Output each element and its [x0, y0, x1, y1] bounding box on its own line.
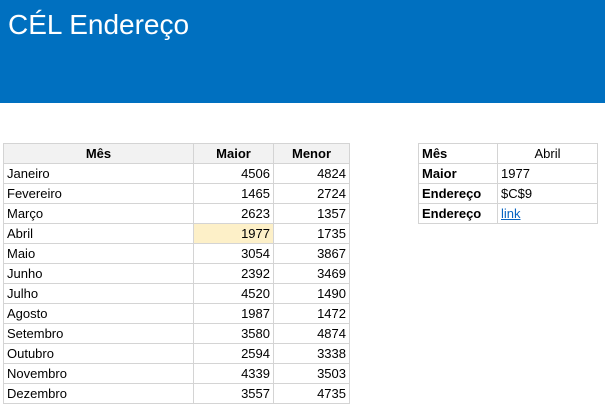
table-row: Outubro 2594 3338	[3, 343, 350, 364]
cell-maior[interactable]: 2594	[193, 343, 274, 364]
table-row: Março 2623 1357	[3, 203, 350, 224]
cell-mes[interactable]: Outubro	[3, 343, 194, 364]
table-row: Fevereiro 1465 2724	[3, 183, 350, 204]
cell-menor[interactable]: 3503	[273, 363, 350, 384]
table-row: Agosto 1987 1472	[3, 303, 350, 324]
table-row: Julho 4520 1490	[3, 283, 350, 304]
lookup-label-endereco[interactable]: Endereço	[418, 183, 498, 204]
cell-mes[interactable]: Junho	[3, 263, 194, 284]
cell-menor[interactable]: 1490	[273, 283, 350, 304]
cell-menor[interactable]: 3338	[273, 343, 350, 364]
lookup-value-endereco[interactable]: $C$9	[497, 183, 598, 204]
cell-menor[interactable]: 4735	[273, 383, 350, 404]
cell-mes[interactable]: Setembro	[3, 323, 194, 344]
column-header-mes[interactable]: Mês	[3, 143, 194, 164]
column-header-menor[interactable]: Menor	[273, 143, 350, 164]
table-row: Abril 1977 1735	[3, 223, 350, 244]
lookup-row-endereco-link: Endereço link	[418, 203, 598, 224]
table-row: Setembro 3580 4874	[3, 323, 350, 344]
lookup-label-mes[interactable]: Mês	[418, 143, 498, 164]
cell-menor[interactable]: 3469	[273, 263, 350, 284]
cell-mes[interactable]: Fevereiro	[3, 183, 194, 204]
cell-mes[interactable]: Março	[3, 203, 194, 224]
table-row: Dezembro 3557 4735	[3, 383, 350, 404]
lookup-row-endereco: Endereço $C$9	[418, 183, 598, 204]
cell-menor[interactable]: 1472	[273, 303, 350, 324]
cell-menor[interactable]: 2724	[273, 183, 350, 204]
cell-maior[interactable]: 4506	[193, 163, 274, 184]
cell-maior[interactable]: 2623	[193, 203, 274, 224]
lookup-row-mes: Mês Abril	[418, 143, 598, 164]
cell-maior[interactable]: 4520	[193, 283, 274, 304]
month-table: Mês Maior Menor Janeiro 4506 4824 Fevereiro…	[3, 143, 350, 404]
cell-maior[interactable]: 3557	[193, 383, 274, 404]
cell-mes[interactable]: Agosto	[3, 303, 194, 324]
cell-menor[interactable]: 3867	[273, 243, 350, 264]
cell-maior[interactable]: 1987	[193, 303, 274, 324]
cell-menor[interactable]: 1357	[273, 203, 350, 224]
lookup-label-maior[interactable]: Maior	[418, 163, 498, 184]
lookup-value-maior[interactable]: 1977	[497, 163, 598, 184]
table-row: Maio 3054 3867	[3, 243, 350, 264]
cell-menor[interactable]: 4874	[273, 323, 350, 344]
cell-mes[interactable]: Maio	[3, 243, 194, 264]
title-banner: CÉL Endereço	[0, 0, 605, 103]
cell-maior[interactable]: 4339	[193, 363, 274, 384]
cell-mes[interactable]: Janeiro	[3, 163, 194, 184]
cell-mes[interactable]: Novembro	[3, 363, 194, 384]
table-header-row: Mês Maior Menor	[3, 143, 350, 164]
cell-maior[interactable]: 3054	[193, 243, 274, 264]
column-header-maior[interactable]: Maior	[193, 143, 274, 164]
cell-maior[interactable]: 1977	[193, 223, 274, 244]
page-title: CÉL Endereço	[8, 9, 190, 40]
lookup-value-mes[interactable]: Abril	[497, 143, 598, 164]
cell-mes[interactable]: Abril	[3, 223, 194, 244]
table-row: Janeiro 4506 4824	[3, 163, 350, 184]
cell-maior[interactable]: 2392	[193, 263, 274, 284]
cell-mes[interactable]: Dezembro	[3, 383, 194, 404]
cell-maior[interactable]: 3580	[193, 323, 274, 344]
lookup-table: Mês Abril Maior 1977 Endereço $C$9 Ender…	[418, 143, 598, 224]
table-row: Junho 2392 3469	[3, 263, 350, 284]
lookup-label-endereco-link[interactable]: Endereço	[418, 203, 498, 224]
lookup-row-maior: Maior 1977	[418, 163, 598, 184]
lookup-value-link-cell[interactable]: link	[497, 203, 598, 224]
endereco-link[interactable]: link	[501, 206, 521, 221]
cell-menor[interactable]: 1735	[273, 223, 350, 244]
table-row: Novembro 4339 3503	[3, 363, 350, 384]
cell-maior[interactable]: 1465	[193, 183, 274, 204]
cell-mes[interactable]: Julho	[3, 283, 194, 304]
cell-menor[interactable]: 4824	[273, 163, 350, 184]
